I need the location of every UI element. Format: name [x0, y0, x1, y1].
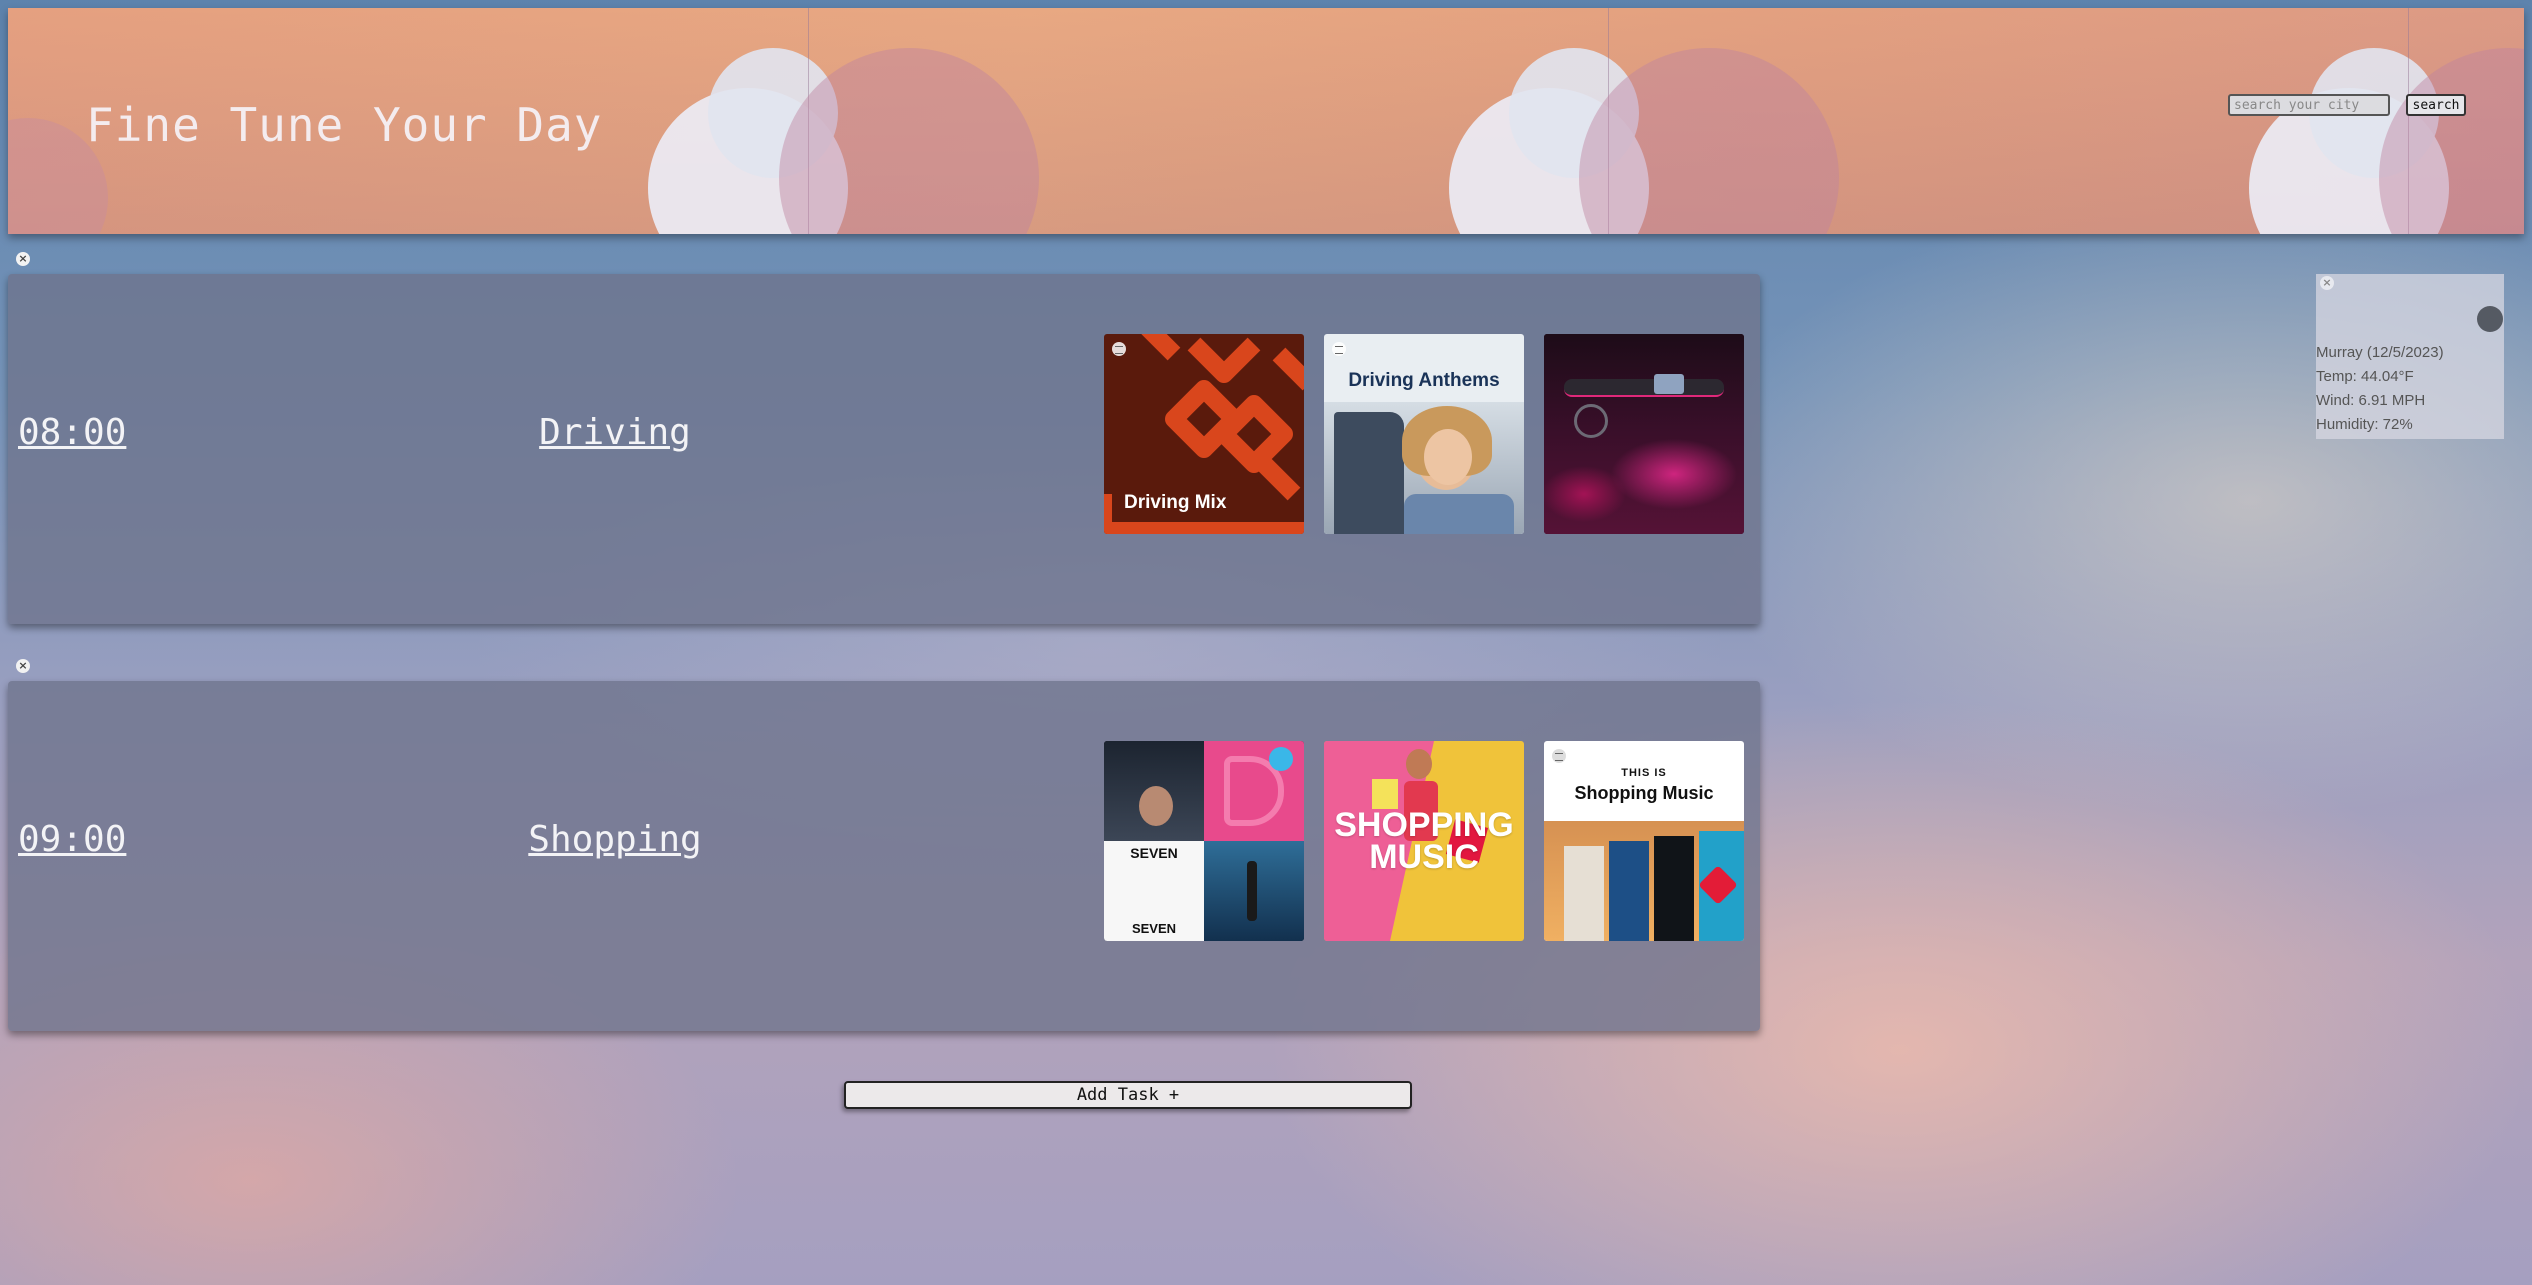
playlist-cover-shopping-music[interactable]: SHOPPING MUSIC [1324, 741, 1524, 941]
task-name[interactable]: Driving [415, 412, 815, 453]
album-title: SEVEN [1131, 921, 1177, 936]
header-banner: Fine Tune Your Day search [8, 8, 2524, 234]
playlist-cover-this-is-shopping[interactable]: THIS IS Shopping Music [1544, 741, 1744, 941]
spotify-icon [1552, 749, 1566, 763]
delete-task-button[interactable]: × [16, 659, 30, 673]
page-title: Fine Tune Your Day [86, 98, 603, 152]
playlist-cover-driving-mix[interactable]: Driving Mix [1104, 334, 1304, 534]
playlist-kicker: THIS IS [1621, 767, 1667, 779]
playlist-title: Shopping Music [1574, 783, 1714, 803]
city-search-input[interactable] [2228, 94, 2390, 116]
cloud-decoration [779, 8, 1649, 234]
playlist-title: SHOPPING MUSIC [1334, 806, 1514, 876]
album-title: SEVEN [1130, 845, 1178, 861]
task-name[interactable]: Shopping [415, 819, 815, 860]
task-time[interactable]: 09:00 [18, 819, 126, 860]
delete-task-button[interactable]: × [16, 252, 30, 266]
playlist-cover-collage[interactable]: SEVEN SEVEN [1104, 741, 1304, 941]
task-card-driving: 08:00 Driving Driving Mix Driving Anthem… [8, 274, 1760, 624]
weather-widget: × Murray (12/5/2023) Temp: 44.04°F Wind:… [2316, 274, 2504, 439]
playlist-cover-car-interior[interactable] [1544, 334, 1744, 534]
car-interior-image [1544, 334, 1744, 534]
weather-humidity: Humidity: 72% [2316, 416, 2413, 433]
weather-wind: Wind: 6.91 MPH [2316, 392, 2426, 409]
cloud-decoration [1579, 8, 2449, 234]
spotify-icon [1332, 342, 1346, 356]
playlist-title: Driving Mix [1124, 492, 1227, 513]
spotify-icon [1112, 342, 1126, 356]
cloud-icon [2477, 306, 2503, 332]
weather-location: Murray (12/5/2023) [2316, 344, 2444, 361]
add-task-button[interactable]: Add Task + [844, 1081, 1412, 1109]
search-button[interactable]: search [2406, 94, 2466, 116]
task-card-shopping: 09:00 Shopping SEVEN SEVEN SHOPPING MUSI… [8, 681, 1760, 1031]
playlist-cover-driving-anthems[interactable]: Driving Anthems [1324, 334, 1524, 534]
task-time[interactable]: 08:00 [18, 412, 126, 453]
close-weather-button[interactable]: × [2320, 276, 2334, 290]
weather-temp: Temp: 44.04°F [2316, 368, 2414, 385]
playlist-title: Driving Anthems [1348, 370, 1500, 391]
cloud-decoration [2379, 8, 2524, 234]
